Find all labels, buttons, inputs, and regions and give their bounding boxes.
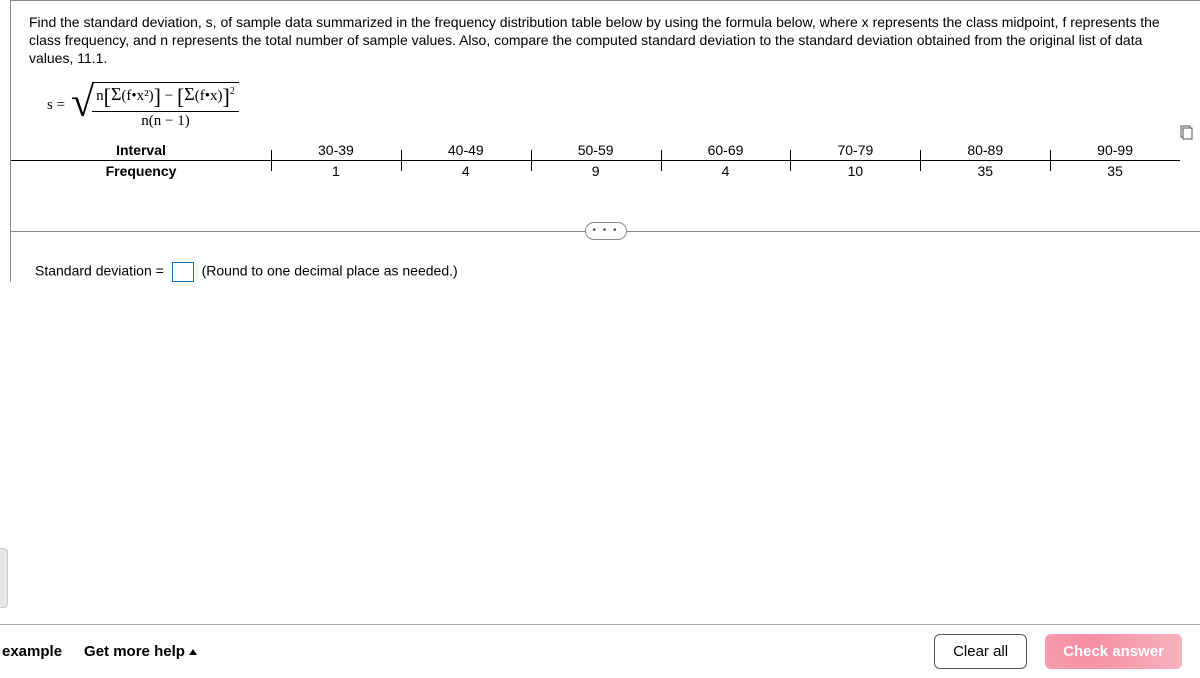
- interval-cell: 30-39: [271, 140, 401, 160]
- collapse-toggle[interactable]: • • •: [585, 222, 627, 240]
- interval-cell: 40-49: [401, 140, 531, 160]
- copy-icon[interactable]: [1178, 125, 1194, 141]
- frequency-table: Interval 30-3940-4950-5960-6970-7980-899…: [11, 140, 1180, 181]
- interval-cell: 90-99: [1050, 140, 1180, 160]
- interval-cell: 50-59: [531, 140, 661, 160]
- formula: s = √ n[Σ(f•x²)] − [Σ(f•x)]2 n(n − 1): [11, 78, 1200, 140]
- formula-lhs: s =: [47, 97, 65, 114]
- frequency-cell: 1: [271, 161, 401, 181]
- answer-input[interactable]: [172, 262, 194, 282]
- clear-all-button[interactable]: Clear all: [934, 634, 1027, 669]
- interval-cell: 80-89: [920, 140, 1050, 160]
- formula-numerator: n[Σ(f•x²)] − [Σ(f•x)]2: [92, 84, 239, 112]
- example-link[interactable]: example: [2, 643, 62, 660]
- row-label-interval: Interval: [11, 140, 271, 160]
- frequency-cell: 10: [790, 161, 920, 181]
- footer-bar: example Get more help Clear all Check an…: [0, 624, 1200, 678]
- frequency-cell: 4: [661, 161, 791, 181]
- get-more-help[interactable]: Get more help: [84, 643, 197, 660]
- frequency-cell: 4: [401, 161, 531, 181]
- radical-symbol: √: [71, 82, 94, 130]
- frequency-cell: 35: [920, 161, 1050, 181]
- answer-hint: (Round to one decimal place as needed.): [202, 262, 458, 278]
- row-label-frequency: Frequency: [11, 161, 271, 181]
- answer-label: Standard deviation =: [35, 262, 164, 278]
- question-text: Find the standard deviation, s, of sampl…: [11, 1, 1200, 78]
- caret-up-icon: [189, 649, 197, 655]
- check-answer-button[interactable]: Check answer: [1045, 634, 1182, 669]
- left-drawer-handle[interactable]: [0, 548, 8, 608]
- interval-cell: 60-69: [661, 140, 791, 160]
- formula-denominator: n(n − 1): [92, 112, 239, 130]
- interval-cell: 70-79: [790, 140, 920, 160]
- frequency-cell: 35: [1050, 161, 1180, 181]
- frequency-cell: 9: [531, 161, 661, 181]
